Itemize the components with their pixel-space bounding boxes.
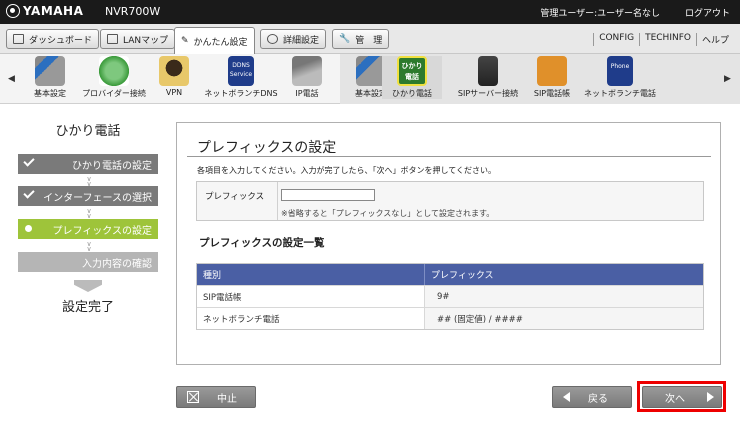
table-row: SIP電話帳 9#: [197, 285, 703, 307]
tab-easy-setup[interactable]: ✎ かんたん設定: [174, 27, 255, 54]
config-link[interactable]: CONFIG: [593, 33, 639, 46]
tab-advanced-settings[interactable]: 詳細設定: [260, 29, 327, 49]
arrow-right-icon: [707, 392, 714, 402]
back-label: 戻る: [588, 393, 608, 405]
icon-item-label: ネットボランチ電話: [584, 89, 656, 98]
prefix-table: 種別 プレフィックス SIP電話帳 9# ネットボランチ電話 ## (固定値) …: [196, 263, 704, 330]
instruction-text: 各項目を入力してください。入力が完了したら、「次へ」ボタンを押してください。: [197, 166, 497, 175]
tab-lan-map[interactable]: LANマップ: [100, 29, 176, 49]
step-interface-selection: インターフェースの選択: [18, 186, 158, 206]
cancel-button[interactable]: 中止: [176, 386, 256, 408]
prefix-form: プレフィックス ※省略すると「プレフィックスなし」として設定されます。: [196, 181, 704, 221]
chevron-down-icon: ∨ ∨: [86, 207, 92, 220]
arrow-left-icon: [563, 392, 570, 402]
check-icon: [23, 155, 35, 167]
prefix-note: ※省略すると「プレフィックスなし」として設定されます。: [281, 209, 495, 218]
setup-icon-bar: ◀ 基本設定 プロバイダー接続 VPN DDNS Service ネットボランチ…: [0, 54, 740, 104]
current-step-dot-icon: [25, 225, 32, 232]
cell-type: SIP電話帳: [197, 286, 425, 307]
check-icon: [23, 187, 35, 199]
cell-type: ネットボランチ電話: [197, 308, 425, 329]
model-name: NVR700W: [105, 5, 161, 18]
step-label: 入力内容の確認: [82, 258, 152, 270]
user-info: 管理ユーザー:ユーザー名なし: [540, 9, 660, 19]
table-header: 種別 プレフィックス: [197, 264, 703, 285]
ddns-icon: DDNS Service: [228, 56, 254, 86]
help-link[interactable]: ヘルプ: [695, 33, 734, 46]
icon-item-netvolante-phone[interactable]: Phone ネットボランチ電話: [580, 56, 660, 99]
cell-prefix: 9#: [425, 286, 703, 307]
next-label: 次へ: [665, 393, 685, 405]
prefix-list-title: プレフィックスの設定一覧: [199, 237, 325, 249]
tab-label: かんたん設定: [193, 37, 248, 48]
wrench-icon: 🔧: [339, 34, 351, 44]
tab-management[interactable]: 🔧 管 理: [332, 29, 390, 49]
techinfo-link[interactable]: TECHINFO: [639, 33, 696, 46]
vpn-icon: [159, 56, 189, 86]
setup-complete-label: 設定完了: [61, 300, 114, 315]
step-label: ひかり電話の設定: [72, 160, 152, 172]
panel-title: プレフィックスの設定: [197, 140, 337, 156]
lan-map-icon: [107, 34, 118, 44]
table-row: ネットボランチ電話 ## (固定値) / ####: [197, 307, 703, 329]
globe-icon: [99, 56, 129, 86]
tab-dashboard[interactable]: ダッシュボード: [6, 29, 100, 49]
close-icon: [187, 391, 199, 403]
top-links: CONFIG TECHINFO ヘルプ: [593, 33, 734, 46]
tab-label: 詳細設定: [283, 35, 320, 46]
tools-icon: [35, 56, 65, 86]
step-hikari-settings: ひかり電話の設定: [18, 154, 158, 174]
phonebook-icon: [537, 56, 567, 86]
gear-icon: [267, 34, 278, 44]
phone-icon: [292, 56, 322, 86]
form-divider: [277, 182, 278, 220]
wizard-title: ひかり電話: [55, 124, 121, 139]
step-label: インターフェースの選択: [43, 192, 152, 204]
cancel-label: 中止: [217, 393, 237, 405]
tab-label: LANマップ: [123, 35, 169, 46]
title-divider: [187, 156, 711, 157]
dashboard-icon: [13, 34, 24, 44]
column-header-type: 種別: [197, 264, 425, 285]
tab-label: 管 理: [355, 35, 383, 46]
yamaha-mark-icon: [6, 4, 20, 18]
main-tab-bar: ダッシュボード LANマップ ✎ かんたん設定 詳細設定 🔧 管 理 CONFI…: [0, 24, 740, 54]
prefix-input[interactable]: [281, 189, 375, 201]
prefix-settings-panel: プレフィックスの設定 各項目を入力してください。入力が完了したら、「次へ」ボタン…: [176, 122, 721, 365]
next-button[interactable]: 次へ: [642, 386, 722, 408]
yamaha-logo: YAMAHA: [6, 4, 83, 18]
scroll-right-arrow-icon[interactable]: ▶: [724, 74, 731, 84]
cell-prefix: ## (固定値) / ####: [425, 308, 703, 329]
step-prefix-settings: プレフィックスの設定: [18, 219, 158, 239]
chevron-down-icon: ∨ ∨: [86, 240, 92, 253]
step-confirm-input: 入力内容の確認: [18, 252, 158, 272]
tab-label: ダッシュボード: [29, 35, 93, 46]
brand-text: YAMAHA: [23, 4, 84, 18]
wizard-icon: ✎: [181, 36, 189, 46]
hikari-denwa-icon: ひかり 電話: [397, 56, 427, 86]
icon-item-hikari-denwa[interactable]: ひかり 電話 ひかり電話: [382, 56, 442, 99]
netvolante-phone-icon: Phone: [607, 56, 633, 86]
prefix-label: プレフィックス: [205, 192, 265, 202]
column-header-prefix: プレフィックス: [431, 271, 494, 281]
logout-link[interactable]: ログアウト: [685, 6, 730, 19]
step-label: プレフィックスの設定: [52, 225, 153, 237]
back-button[interactable]: 戻る: [552, 386, 632, 408]
sip-server-icon: [478, 56, 498, 86]
top-bar: YAMAHA NVR700W 管理ユーザー:ユーザー名なし ログアウト: [0, 0, 740, 24]
icon-item-label: ひかり電話: [392, 89, 432, 98]
